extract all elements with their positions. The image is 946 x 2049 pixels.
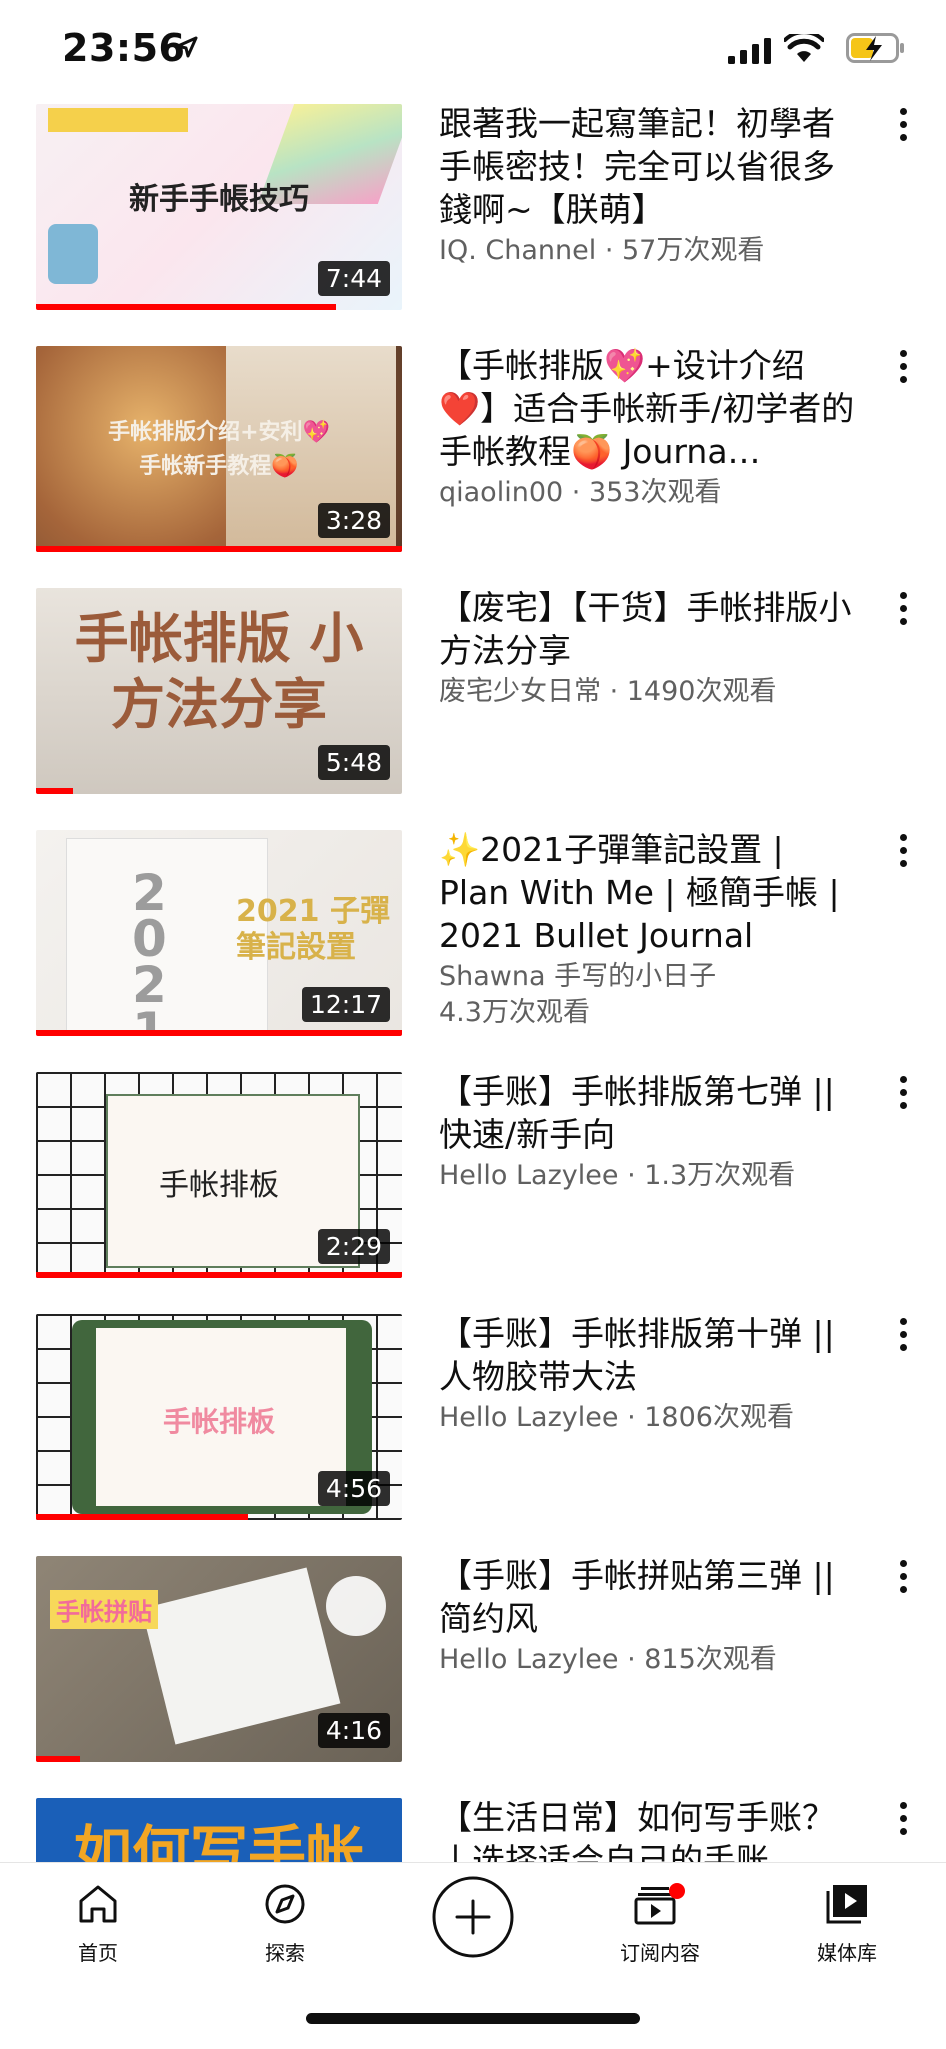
video-thumbnail[interactable]: 手帐排板 2:29	[36, 1072, 402, 1278]
video-meta: 废宅少女日常 · 1490次观看	[439, 676, 777, 707]
video-duration: 12:17	[301, 987, 390, 1022]
video-duration: 3:28	[317, 503, 390, 538]
video-title[interactable]: 【废宅】【干货】手帐排版小方法分享	[439, 586, 859, 672]
nav-home-label: 首页	[78, 1941, 118, 1965]
video-duration: 4:56	[317, 1471, 390, 1506]
view-count: 57万次观看	[621, 235, 765, 266]
view-count: 353次观看	[588, 477, 722, 508]
video-duration: 5:48	[317, 745, 390, 780]
more-vertical-icon[interactable]	[900, 592, 910, 631]
video-thumbnail[interactable]: 如何写手帐	[36, 1798, 402, 1862]
thumbnail-caption: 如何写手帐	[73, 1819, 364, 1862]
video-item[interactable]: 手帐拼贴 4:16 【手账】手帐拼贴第三弹 || 简约风 Hello Lazyl…	[0, 1552, 946, 1794]
channel-name[interactable]: Hello Lazylee	[439, 1644, 618, 1675]
video-title[interactable]: 跟著我一起寫筆記！初學者手帳密技！完全可以省很多錢啊~【朕萌】	[439, 102, 859, 231]
thumbnail-caption: 2021 子彈筆記設置	[236, 894, 390, 965]
compass-icon	[265, 1884, 305, 1924]
video-item[interactable]: 新手手帳技巧 7:44 跟著我一起寫筆記！初學者手帳密技！完全可以省很多錢啊~【…	[0, 100, 946, 342]
nav-subscriptions-label: 订阅内容	[620, 1941, 700, 1965]
library-icon	[826, 1885, 867, 1924]
video-duration: 2:29	[317, 1229, 390, 1264]
watch-progress-bar	[36, 1514, 249, 1520]
video-title[interactable]: 【手账】手帐排版第七弹 || 快速/新手向	[439, 1070, 859, 1156]
watch-progress-bar	[36, 304, 337, 310]
video-item[interactable]: 如何写手帐 【生活日常】如何写手账？丨选择适合自己的手账	[0, 1794, 946, 1862]
wifi-icon	[784, 34, 824, 62]
status-time: 23:56	[62, 26, 186, 70]
more-vertical-icon[interactable]	[900, 1318, 910, 1357]
video-thumbnail[interactable]: 新手手帳技巧 7:44	[36, 104, 402, 310]
video-title[interactable]: 【生活日常】如何写手账？丨选择适合自己的手账	[439, 1796, 859, 1862]
nav-library[interactable]: 媒体库	[777, 1883, 917, 1966]
subscriptions-icon	[634, 1883, 685, 1925]
home-indicator[interactable]	[306, 2013, 640, 2024]
video-thumbnail[interactable]: 手帐排版 小方法分享 5:48	[36, 588, 402, 794]
thumbnail-caption: 手帐排版 小方法分享	[74, 607, 364, 736]
video-duration: 4:16	[317, 1713, 390, 1748]
more-vertical-icon[interactable]	[900, 350, 910, 389]
home-icon	[79, 1885, 117, 1923]
view-count: 4.3万次观看	[439, 997, 590, 1028]
video-item[interactable]: 手帐排版 小方法分享 5:48 【废宅】【干货】手帐排版小方法分享 废宅少女日常…	[0, 584, 946, 826]
video-item[interactable]: 2021 2021 子彈筆記設置 12:17 ✨2021子彈筆記設置 | Pla…	[0, 826, 946, 1068]
nav-explore[interactable]: 探索	[215, 1883, 355, 1966]
channel-name[interactable]: IQ. Channel	[439, 235, 596, 266]
video-title[interactable]: ✨2021子彈筆記設置 | Plan With Me | 極簡手帳 | 2021…	[439, 828, 859, 957]
video-duration: 7:44	[317, 261, 390, 296]
status-bar: 23:56	[0, 0, 946, 100]
video-feed[interactable]: 新手手帳技巧 7:44 跟著我一起寫筆記！初學者手帳密技！完全可以省很多錢啊~【…	[0, 100, 946, 1862]
video-meta: Shawna 手写的小日子 4.3万次观看	[439, 959, 859, 1031]
video-title[interactable]: 【手账】手帐拼贴第三弹 || 简约风	[439, 1554, 859, 1640]
video-title[interactable]: 【手账】手帐排版第十弹 || 人物胶带大法	[439, 1312, 859, 1398]
more-vertical-icon[interactable]	[900, 1802, 910, 1841]
channel-name[interactable]: 废宅少女日常	[439, 676, 601, 707]
watch-progress-bar	[36, 1756, 80, 1762]
watch-progress-bar	[36, 546, 402, 552]
plus-icon	[432, 1876, 514, 1958]
video-thumbnail[interactable]: 手帐拼贴 4:16	[36, 1556, 402, 1762]
view-count: 1.3万次观看	[644, 1160, 796, 1191]
nav-create[interactable]	[403, 1875, 543, 1963]
watch-progress-bar	[36, 1030, 402, 1036]
video-thumbnail[interactable]: 2021 2021 子彈筆記設置 12:17	[36, 830, 402, 1036]
video-item[interactable]: 手帐排板 4:56 【手账】手帐排版第十弹 || 人物胶带大法 Hello La…	[0, 1310, 946, 1552]
more-vertical-icon[interactable]	[900, 1076, 910, 1115]
video-thumbnail[interactable]: 手帐排板 4:56	[36, 1314, 402, 1520]
channel-name[interactable]: Hello Lazylee	[439, 1402, 618, 1433]
watch-progress-bar	[36, 788, 73, 794]
video-item[interactable]: 手帐排板 2:29 【手账】手帐排版第七弹 || 快速/新手向 Hello La…	[0, 1068, 946, 1310]
video-meta: Hello Lazylee · 1.3万次观看	[439, 1160, 796, 1191]
watch-progress-bar	[36, 1272, 402, 1278]
thumbnail-caption: 手帐排板	[159, 1168, 279, 1203]
video-item[interactable]: 手帐排版介绍+安利💖 手帐新手教程🍑 3:28 【手帐排版💖+设计介绍❤️】适合…	[0, 342, 946, 584]
video-meta: qiaolin00 · 353次观看	[439, 477, 722, 508]
location-arrow-icon	[176, 36, 198, 58]
view-count: 1490次观看	[626, 676, 777, 707]
video-thumbnail[interactable]: 手帐排版介绍+安利💖 手帐新手教程🍑 3:28	[36, 346, 402, 552]
nav-library-label: 媒体库	[817, 1941, 877, 1965]
battery-charging-icon	[846, 33, 904, 63]
view-count: 1806次观看	[644, 1402, 794, 1433]
more-vertical-icon[interactable]	[900, 1560, 910, 1599]
video-title[interactable]: 【手帐排版💖+设计介绍❤️】适合手帐新手/初学者的手帐教程🍑 Journa…	[439, 344, 859, 473]
more-vertical-icon[interactable]	[900, 834, 910, 873]
thumbnail-caption: 手帐拼贴	[50, 1590, 158, 1629]
thumbnail-caption: 手帐排版介绍+安利💖 手帐新手教程🍑	[108, 420, 330, 479]
thumbnail-caption: 手帐排板	[162, 1405, 275, 1438]
video-meta: Hello Lazylee · 815次观看	[439, 1644, 777, 1675]
signal-icon	[728, 38, 771, 64]
channel-name[interactable]: qiaolin00	[439, 477, 563, 508]
channel-name[interactable]: Hello Lazylee	[439, 1160, 618, 1191]
nav-home[interactable]: 首页	[28, 1883, 168, 1966]
video-meta: IQ. Channel · 57万次观看	[439, 235, 765, 266]
channel-name[interactable]: Shawna 手写的小日子	[439, 961, 716, 992]
view-count: 815次观看	[644, 1644, 777, 1675]
nav-explore-label: 探索	[265, 1941, 305, 1965]
nav-subscriptions[interactable]: 订阅内容	[590, 1883, 730, 1966]
more-vertical-icon[interactable]	[900, 108, 910, 147]
thumbnail-caption: 新手手帳技巧	[129, 182, 309, 217]
video-meta: Hello Lazylee · 1806次观看	[439, 1402, 794, 1433]
